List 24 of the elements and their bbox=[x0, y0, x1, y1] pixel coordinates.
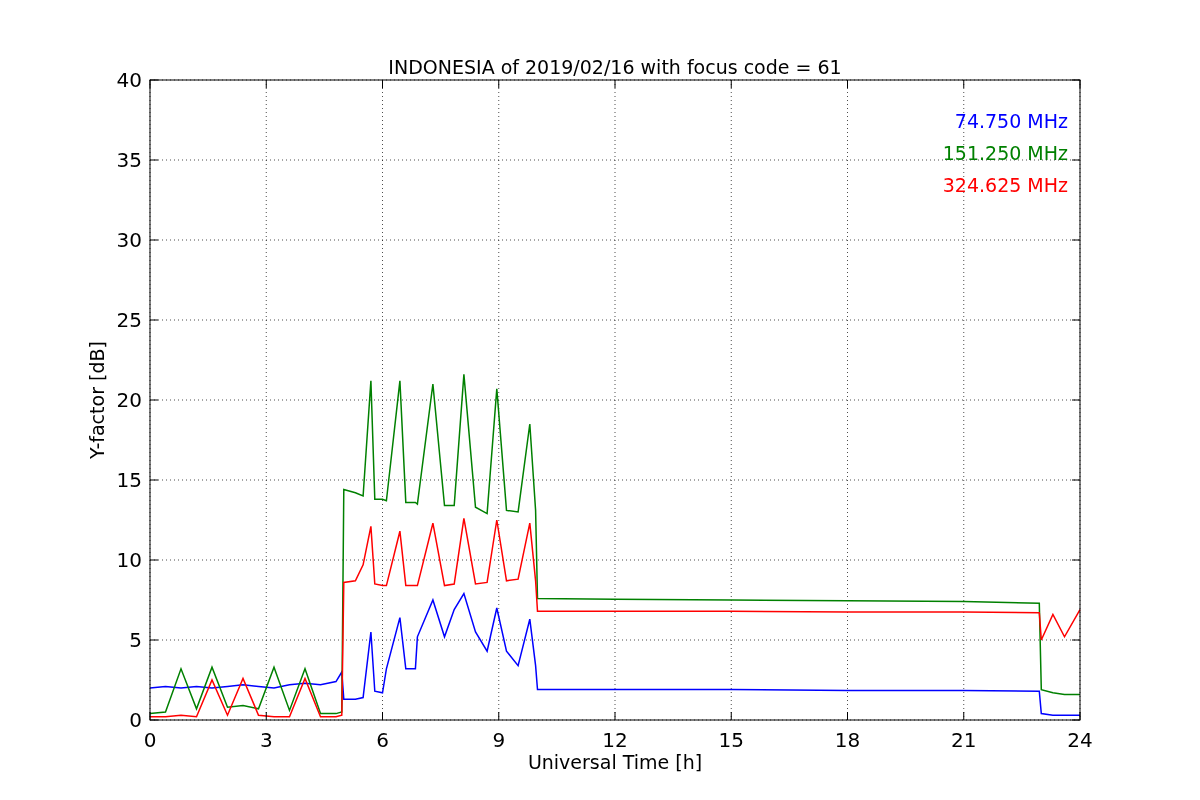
y-tick-label: 30 bbox=[116, 228, 142, 252]
legend-label: 324.625 MHz bbox=[942, 174, 1068, 196]
y-tick-label: 10 bbox=[116, 548, 142, 572]
x-tick-label: 6 bbox=[376, 728, 389, 752]
x-tick-label: 12 bbox=[602, 728, 628, 752]
x-tick-label: 3 bbox=[259, 728, 273, 752]
x-tick-label: 15 bbox=[718, 728, 744, 752]
x-axis-label: Universal Time [h] bbox=[527, 751, 703, 773]
legend-label: 74.750 MHz bbox=[954, 110, 1068, 132]
y-tick-label: 40 bbox=[116, 68, 142, 92]
y-tick-label: 15 bbox=[116, 468, 142, 492]
legend-label: 151.250 MHz bbox=[942, 142, 1068, 164]
x-tick-label: 18 bbox=[834, 728, 861, 752]
chart-title: INDONESIA of 2019/02/16 with focus code = 61 bbox=[388, 56, 842, 78]
x-tick-label: 0 bbox=[143, 728, 157, 752]
x-tick-label: 21 bbox=[951, 728, 977, 752]
y-tick-label: 25 bbox=[116, 308, 142, 332]
y-tick-label: 0 bbox=[129, 708, 142, 732]
y-tick-label: 20 bbox=[116, 388, 142, 412]
x-tick-label: 24 bbox=[1067, 728, 1093, 752]
y-tick-label: 5 bbox=[129, 628, 142, 652]
x-tick-label: 9 bbox=[492, 728, 506, 752]
y-tick-label: 35 bbox=[116, 148, 142, 172]
y-axis-label: Y-factor [dB] bbox=[86, 341, 108, 459]
